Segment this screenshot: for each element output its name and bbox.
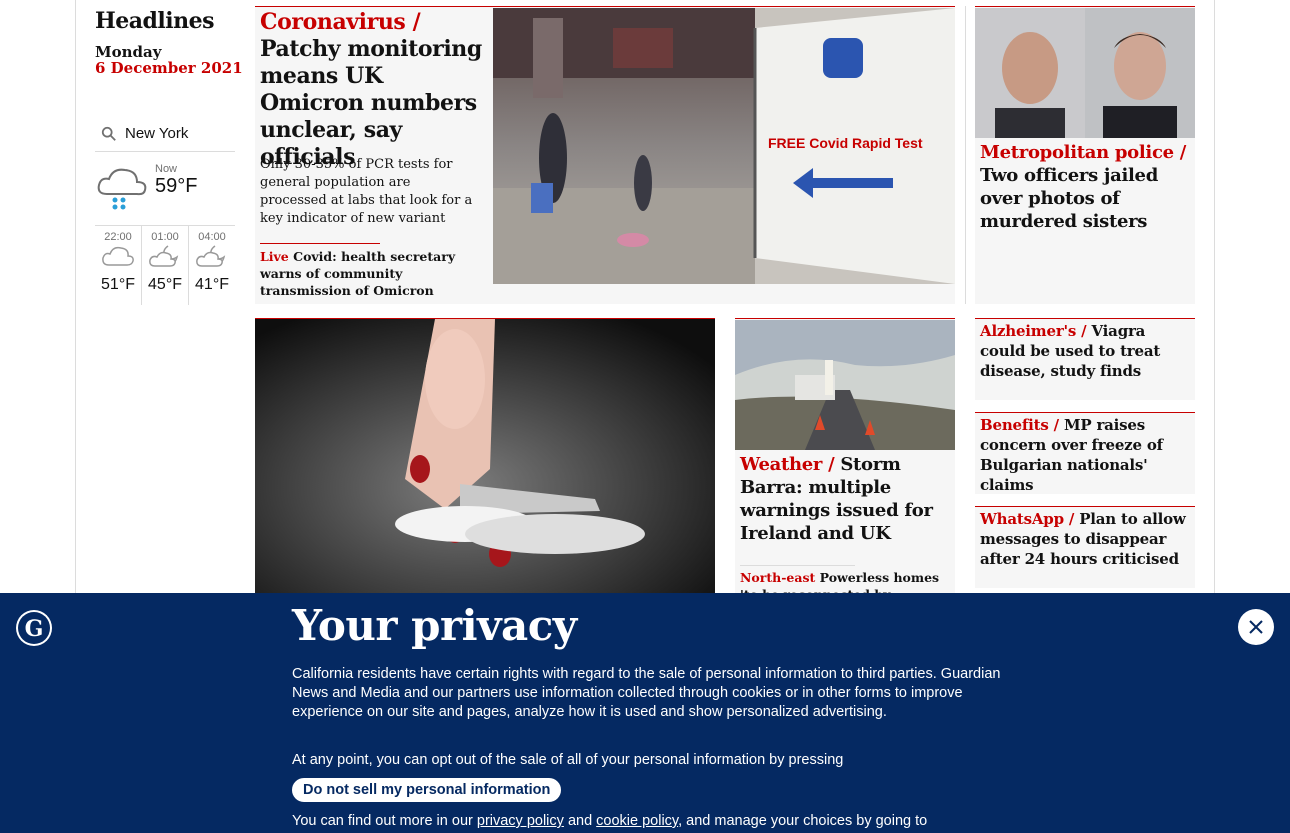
top-story-sublink[interactable]: Live Covid: health secretary warns of co…: [260, 248, 485, 299]
sublink-divider: [260, 243, 380, 244]
privacy-banner: G Your privacy California residents have…: [0, 593, 1290, 833]
moon-cloud-icon: [196, 245, 226, 267]
more-text-end: , and manage your choices by going to: [678, 813, 928, 829]
more-text-start: You can find out more in our: [292, 813, 473, 829]
mini-story-headline[interactable]: WhatsApp / Plan to allow messages to dis…: [980, 509, 1190, 569]
mugshot-photo: [975, 8, 1195, 138]
mini-story-card[interactable]: WhatsApp / Plan to allow messages to dis…: [975, 506, 1195, 588]
forecast-time: 01:00: [151, 231, 179, 243]
forecast-slot: 22:00 51°F: [95, 226, 142, 305]
section-title: Headlines: [95, 8, 215, 34]
weather-now: Now 59°F: [95, 160, 235, 220]
sublink-divider: [740, 565, 855, 566]
top-story-title: Patchy monitoring means UK Omicron numbe…: [260, 36, 482, 170]
mini-story-headline[interactable]: Alzheimer's / Viagra could be used to tr…: [980, 321, 1190, 381]
sign-text: FREE Covid Rapid Test: [768, 135, 923, 151]
side-story-title: Two officers jailed over photos of murde…: [980, 165, 1159, 232]
privacy-optout-text: At any point, you can opt out of the sal…: [292, 752, 844, 768]
date-full: 6 December 2021: [95, 59, 243, 77]
forecast-temp: 45°F: [148, 276, 182, 293]
side-story-card[interactable]: Metropolitan police / Two officers jaile…: [975, 6, 1195, 304]
now-label: Now: [155, 163, 178, 175]
do-not-sell-button[interactable]: Do not sell my personal information: [292, 778, 562, 802]
forecast-time: 22:00: [104, 231, 132, 243]
cookie-policy-link[interactable]: cookie policy: [596, 813, 678, 829]
guardian-logo-icon: G: [16, 610, 52, 646]
mini-story-kicker: Benefits /: [980, 416, 1059, 434]
privacy-title: Your privacy: [292, 601, 577, 650]
forecast-temp: 51°F: [101, 276, 135, 293]
mini-story-kicker: WhatsApp /: [980, 510, 1075, 528]
privacy-more-text: You can find out more in our privacy pol…: [292, 812, 1002, 831]
top-story-kicker: Coronavirus /: [260, 9, 421, 35]
sublink-kicker: North-east: [740, 570, 816, 585]
sleet-cloud-icon: [97, 168, 147, 210]
privacy-policy-link[interactable]: privacy policy: [477, 813, 564, 829]
cloud-icon: [102, 246, 134, 266]
live-badge: Live: [260, 249, 289, 264]
location-input[interactable]: [125, 125, 235, 142]
moon-cloud-icon: [149, 245, 179, 267]
forecast-time: 04:00: [198, 231, 226, 243]
close-icon: [1249, 620, 1263, 634]
top-story-image[interactable]: FREE Covid Rapid Test: [493, 8, 955, 284]
cocaine-photo: [255, 319, 715, 598]
drugs-story-image[interactable]: [255, 318, 715, 598]
sublink-text: Covid: health secretary warns of communi…: [260, 249, 456, 298]
weather-story-card[interactable]: Weather / Storm Barra: multiple warnings…: [735, 318, 955, 619]
now-temp: 59°F: [155, 175, 198, 197]
mini-story-headline[interactable]: Benefits / MP raises concern over freeze…: [980, 415, 1190, 495]
station-photo: FREE Covid Rapid Test: [493, 8, 955, 284]
side-story-headline[interactable]: Metropolitan police / Two officers jaile…: [980, 141, 1192, 233]
forecast-slot: 04:00 41°F: [189, 226, 235, 305]
side-story-image[interactable]: [975, 8, 1195, 138]
mini-story-card[interactable]: Alzheimer's / Viagra could be used to tr…: [975, 318, 1195, 400]
search-icon: [101, 126, 116, 141]
weather-story-image[interactable]: [735, 320, 955, 450]
storm-road-photo: [735, 320, 955, 450]
forecast-slot: 01:00 45°F: [142, 226, 189, 305]
and-text: and: [567, 813, 593, 829]
svg-text:G: G: [25, 616, 44, 642]
column-divider: [965, 6, 966, 304]
weather-story-kicker: Weather /: [740, 454, 835, 475]
forecast-temp: 41°F: [195, 276, 229, 293]
privacy-body: California residents have certain rights…: [292, 666, 1001, 720]
weather-location-search[interactable]: [95, 116, 235, 152]
mini-story-card[interactable]: Benefits / MP raises concern over freeze…: [975, 412, 1195, 494]
top-story-standfirst: Only 30-35% of PCR tests for general pop…: [260, 157, 473, 226]
mini-story-kicker: Alzheimer's /: [980, 322, 1087, 340]
side-story-kicker: Metropolitan police /: [980, 142, 1187, 163]
weather-forecast: 22:00 51°F 01:00 45°F 04:00 41°F: [95, 225, 235, 305]
top-story-headline[interactable]: Coronavirus / Patchy monitoring means UK…: [260, 9, 485, 171]
top-story-card[interactable]: Coronavirus / Patchy monitoring means UK…: [255, 6, 955, 304]
weather-story-headline[interactable]: Weather / Storm Barra: multiple warnings…: [740, 453, 952, 545]
close-button[interactable]: [1238, 609, 1274, 645]
